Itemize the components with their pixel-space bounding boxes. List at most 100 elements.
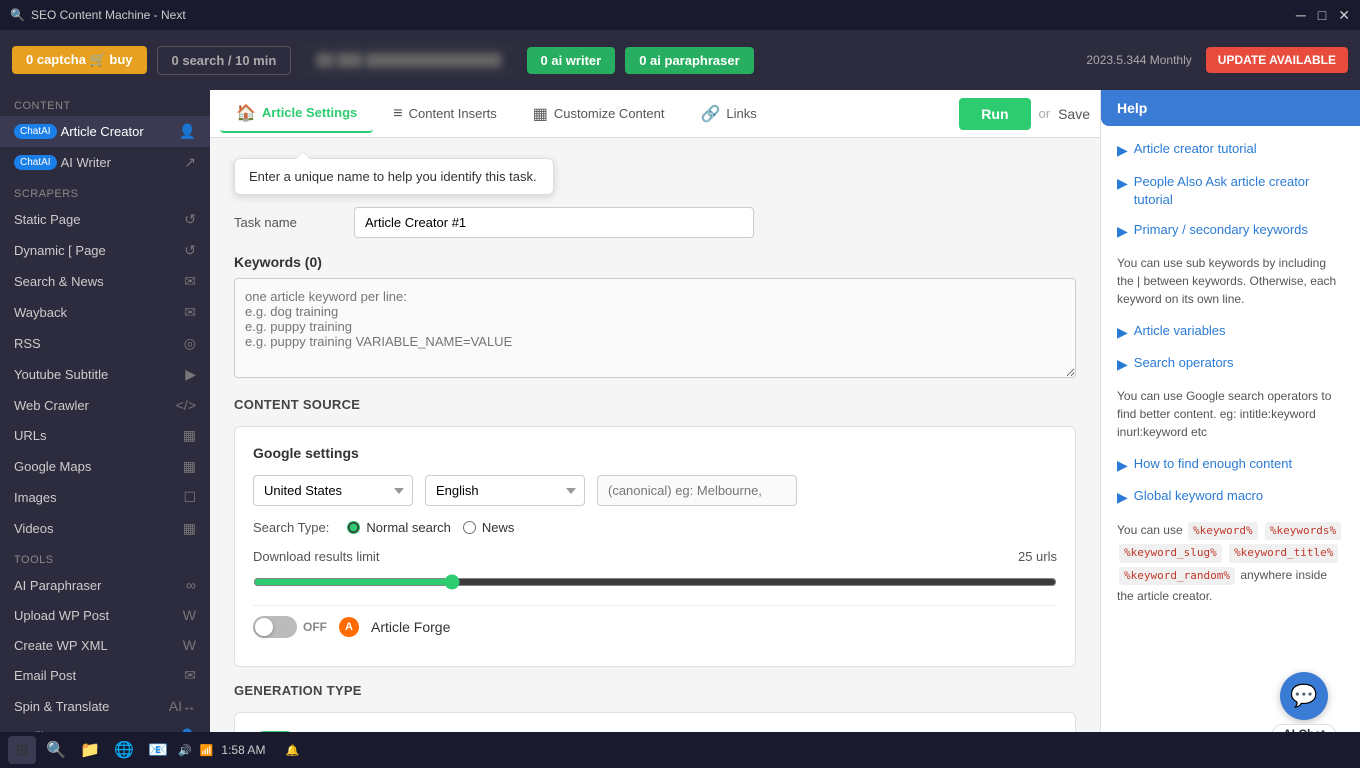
sidebar-item-images[interactable]: Images ☐ bbox=[0, 482, 210, 513]
help-header: Help bbox=[1101, 90, 1360, 126]
tab-links[interactable]: 🔗 Links bbox=[684, 96, 772, 132]
captcha-button[interactable]: 0 captcha 🛒 buy bbox=[12, 46, 147, 74]
ai-writer-button[interactable]: 0 ai writer bbox=[527, 47, 616, 74]
close-btn[interactable]: ✕ bbox=[1338, 7, 1350, 24]
play-icon-6: ▶ bbox=[1117, 456, 1128, 476]
search-type-label: Search Type: bbox=[253, 520, 329, 535]
tab-content-inserts[interactable]: ≡ Content Inserts bbox=[377, 97, 513, 131]
help-link-label-4: Article variables bbox=[1134, 322, 1226, 340]
sidebar-item-article-creator[interactable]: ChatAI Article Creator 👤 bbox=[0, 116, 210, 147]
wayback-icon: ✉ bbox=[184, 304, 196, 321]
google-settings-title: Google settings bbox=[253, 445, 1057, 461]
country-language-row: United States United Kingdom Canada Aust… bbox=[253, 475, 1057, 506]
update-button[interactable]: UPDATE AVAILABLE bbox=[1206, 47, 1348, 73]
ai-paraphraser-icon: ∞ bbox=[186, 577, 196, 593]
radio-news-input[interactable] bbox=[463, 521, 476, 534]
rss-icon: ◎ bbox=[184, 335, 196, 352]
tray-notification-icon[interactable]: 🔔 bbox=[285, 744, 299, 757]
main-layout: Content ChatAI Article Creator 👤 ChatAI … bbox=[0, 90, 1360, 768]
save-button[interactable]: Save bbox=[1058, 106, 1090, 122]
ai-paraphraser-button[interactable]: 0 ai paraphraser bbox=[625, 47, 753, 74]
content-source-box: Google settings United States United Kin… bbox=[234, 426, 1076, 667]
help-link-article-variables[interactable]: ▶ Article variables bbox=[1117, 322, 1344, 343]
keywords-section: Keywords (0) bbox=[234, 254, 1076, 381]
sidebar-item-email-post[interactable]: Email Post ✉ bbox=[0, 660, 210, 691]
radio-normal-search[interactable]: Normal search bbox=[347, 520, 451, 535]
help-link-global-keyword[interactable]: ▶ Global keyword macro bbox=[1117, 487, 1344, 508]
app-icon: 🔍 bbox=[10, 8, 25, 22]
link-icon: 🔗 bbox=[700, 104, 720, 124]
task-name-input[interactable] bbox=[354, 207, 754, 238]
help-link-label-5: Search operators bbox=[1134, 354, 1234, 372]
titlebar: 🔍 SEO Content Machine - Next ─ □ ✕ bbox=[0, 0, 1360, 30]
radio-normal-search-label: Normal search bbox=[366, 520, 451, 535]
article-forge-toggle[interactable]: OFF bbox=[253, 616, 327, 638]
sidebar-item-create-wp-xml[interactable]: Create WP XML W bbox=[0, 630, 210, 660]
canonical-input[interactable] bbox=[597, 475, 797, 506]
download-limit-slider[interactable] bbox=[253, 574, 1057, 590]
taskbar-app-icon[interactable]: 📧 bbox=[144, 736, 172, 764]
blurred-button[interactable]: ██ ███ ████████████████ bbox=[301, 46, 516, 74]
taskbar-file-icon[interactable]: 📁 bbox=[76, 736, 104, 764]
keywords-textarea[interactable] bbox=[234, 278, 1076, 378]
sidebar-item-ai-writer[interactable]: ChatAI AI Writer ↗ bbox=[0, 147, 210, 178]
maximize-btn[interactable]: □ bbox=[1318, 7, 1326, 24]
taskbar: ⊞ 🔍 📁 🌐 📧 🔊 📶 1:58 AM 🔔 bbox=[0, 732, 1360, 768]
tab-article-settings[interactable]: 🏠 Article Settings bbox=[220, 95, 373, 133]
run-button[interactable]: Run bbox=[959, 98, 1030, 130]
sidebar-item-urls[interactable]: URLs ▦ bbox=[0, 420, 210, 451]
tabs-bar: 🏠 Article Settings ≡ Content Inserts ▦ C… bbox=[210, 90, 1100, 138]
window-controls[interactable]: ─ □ ✕ bbox=[1296, 7, 1350, 24]
upload-wp-icon: W bbox=[183, 607, 196, 623]
search-limit-button[interactable]: 0 search / 10 min bbox=[157, 46, 292, 75]
search-news-icon: ✉ bbox=[184, 273, 196, 290]
sidebar-item-videos[interactable]: Videos ▦ bbox=[0, 513, 210, 544]
tab-article-settings-label: Article Settings bbox=[262, 105, 357, 120]
minimize-btn[interactable]: ─ bbox=[1296, 7, 1306, 24]
sidebar-item-dynamic-page[interactable]: Dynamic [ Page ↺ bbox=[0, 235, 210, 266]
radio-news[interactable]: News bbox=[463, 520, 515, 535]
tray-network-icon: 🔊 bbox=[178, 744, 192, 757]
static-page-icon: ↺ bbox=[184, 211, 196, 228]
help-panel: Help ▶ Article creator tutorial ▶ People… bbox=[1100, 90, 1360, 768]
sidebar-item-wayback[interactable]: Wayback ✉ bbox=[0, 297, 210, 328]
toggle-off-label: OFF bbox=[303, 620, 327, 634]
generation-type-title: GENERATION TYPE bbox=[234, 683, 1076, 698]
sidebar-item-static-page[interactable]: Static Page ↺ bbox=[0, 204, 210, 235]
app-title-text: SEO Content Machine - Next bbox=[31, 8, 186, 22]
sidebar-item-spin-translate[interactable]: Spin & Translate AI↔ bbox=[0, 691, 210, 721]
taskbar-browser-icon[interactable]: 🌐 bbox=[110, 736, 138, 764]
sidebar-item-youtube-subtitle[interactable]: Youtube Subtitle ▶ bbox=[0, 359, 210, 390]
help-link-article-creator-tutorial[interactable]: ▶ Article creator tutorial bbox=[1117, 140, 1344, 161]
radio-news-label: News bbox=[482, 520, 515, 535]
toggle-knob bbox=[255, 618, 273, 636]
help-link-find-content[interactable]: ▶ How to find enough content bbox=[1117, 455, 1344, 476]
videos-icon: ▦ bbox=[183, 520, 196, 537]
help-link-people-also-ask[interactable]: ▶ People Also Ask article creator tutori… bbox=[1117, 173, 1344, 209]
sidebar-item-web-crawler[interactable]: Web Crawler </> bbox=[0, 390, 210, 420]
slider-container bbox=[253, 570, 1057, 597]
taskbar-search-icon[interactable]: 🔍 bbox=[42, 736, 70, 764]
sidebar-item-google-maps[interactable]: Google Maps ▦ bbox=[0, 451, 210, 482]
language-select[interactable]: English French Spanish German bbox=[425, 475, 585, 506]
sidebar-item-upload-wp[interactable]: Upload WP Post W bbox=[0, 600, 210, 630]
main-panel: 🏠 Article Settings ≡ Content Inserts ▦ C… bbox=[210, 90, 1360, 768]
help-content: ▶ Article creator tutorial ▶ People Also… bbox=[1101, 126, 1360, 633]
taskbar-start-icon[interactable]: ⊞ bbox=[8, 736, 36, 764]
radio-normal-search-input[interactable] bbox=[347, 521, 360, 534]
web-crawler-icon: </> bbox=[176, 397, 196, 413]
macro-tag-4: %keyword_title% bbox=[1229, 544, 1338, 563]
email-post-icon: ✉ bbox=[184, 667, 196, 684]
help-link-search-operators[interactable]: ▶ Search operators bbox=[1117, 354, 1344, 375]
tab-customize-content[interactable]: ▦ Customize Content bbox=[517, 96, 681, 132]
help-link-label-7: Global keyword macro bbox=[1134, 487, 1263, 505]
country-select[interactable]: United States United Kingdom Canada Aust… bbox=[253, 475, 413, 506]
limit-value: 25 urls bbox=[1018, 549, 1057, 564]
sidebar-item-rss[interactable]: RSS ◎ bbox=[0, 328, 210, 359]
sidebar-item-search-news[interactable]: Search & News ✉ bbox=[0, 266, 210, 297]
center-panel: 🏠 Article Settings ≡ Content Inserts ▦ C… bbox=[210, 90, 1100, 768]
ai-chat-bubble[interactable]: 💬 bbox=[1280, 672, 1328, 720]
sidebar-item-ai-paraphraser[interactable]: AI Paraphraser ∞ bbox=[0, 570, 210, 600]
home-icon: 🏠 bbox=[236, 103, 256, 123]
help-link-primary-keywords[interactable]: ▶ Primary / secondary keywords bbox=[1117, 221, 1344, 242]
